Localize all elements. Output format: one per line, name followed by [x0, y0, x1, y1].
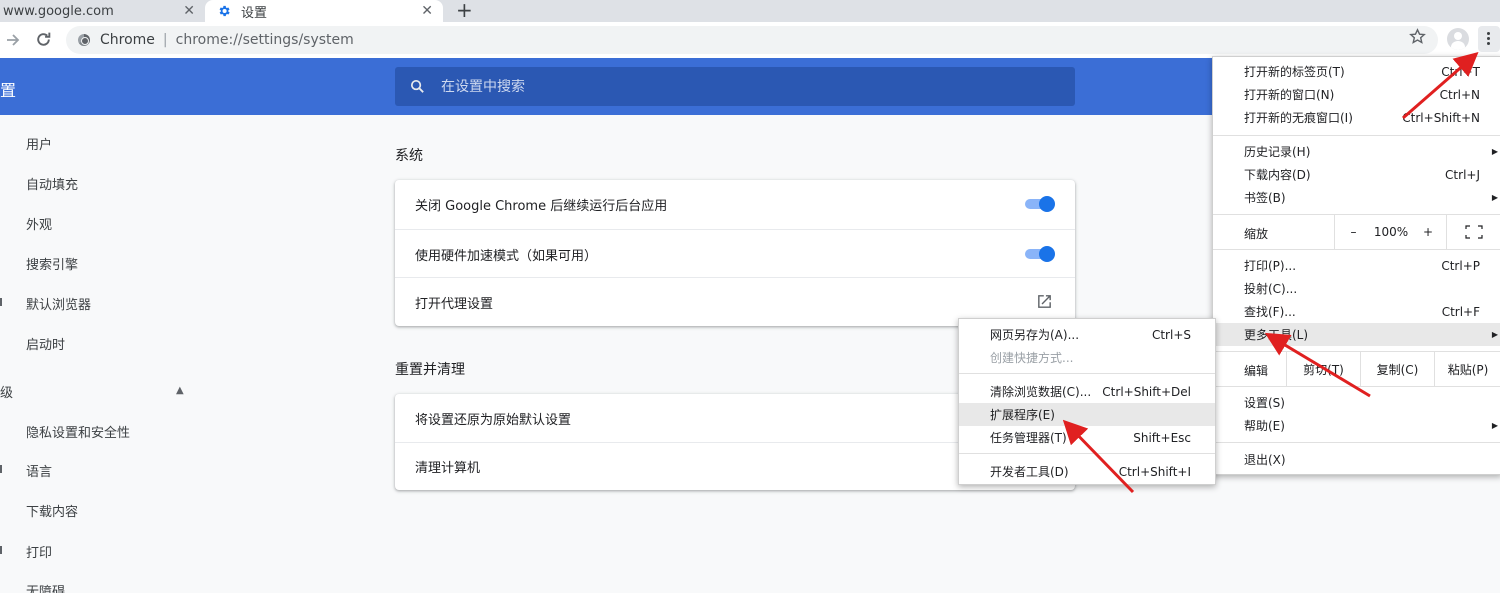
search-input[interactable]: [441, 78, 1041, 95]
menu-separator: [1213, 249, 1500, 250]
sidebar-item-default-browser[interactable]: 默认浏览器: [26, 294, 91, 313]
page-title: 置: [0, 81, 17, 100]
new-tab-button[interactable]: +: [456, 0, 473, 22]
menu-separator: [1213, 386, 1500, 387]
menu-item-cast[interactable]: 投射(C)...: [1213, 277, 1500, 300]
tab-title: www.google.com: [3, 3, 114, 19]
setting-label: 打开代理设置: [415, 296, 494, 312]
search-icon: [410, 79, 424, 93]
forward-icon[interactable]: [5, 32, 21, 48]
zoom-label: 缩放: [1244, 227, 1269, 241]
section-title-reset: 重置并清理: [395, 362, 465, 378]
edit-label: 编辑: [1244, 364, 1269, 378]
setting-label: 清理计算机: [415, 461, 481, 476]
menu-item-find[interactable]: 查找(F)... Ctrl+F: [1213, 300, 1500, 323]
setting-row-hardware-acceleration[interactable]: 使用硬件加速模式（如果可用）: [395, 229, 1075, 278]
menu-item-settings[interactable]: 设置(S): [1213, 391, 1500, 414]
site-label: Chrome: [100, 32, 155, 48]
section-title-system: 系统: [395, 148, 423, 164]
sidebar-item-autofill[interactable]: 自动填充: [26, 174, 78, 193]
menu-item-clear-browsing-data[interactable]: 清除浏览数据(C)... Ctrl+Shift+Del: [959, 380, 1215, 403]
reload-icon[interactable]: [35, 31, 52, 48]
sidebar-item-appearance[interactable]: 外观: [26, 214, 52, 233]
menu-item-new-window[interactable]: 打开新的窗口(N) Ctrl+N: [1213, 83, 1500, 106]
menu-item-help[interactable]: 帮助(E) ▶: [1213, 414, 1500, 437]
sidebar-item-privacy[interactable]: 隐私设置和安全性: [26, 422, 130, 441]
external-link-icon[interactable]: [1036, 293, 1053, 310]
sidebar-item-printing[interactable]: 打印: [26, 542, 52, 561]
more-menu-icon[interactable]: [1478, 26, 1500, 52]
fullscreen-button[interactable]: [1446, 215, 1500, 249]
tab-title: 设置: [241, 5, 268, 21]
zoom-in-button[interactable]: +: [1410, 215, 1446, 249]
copy-button[interactable]: 复制(C): [1360, 352, 1434, 386]
submenu-arrow-icon: ▶: [1491, 421, 1498, 430]
sidebar-item-on-startup[interactable]: 启动时: [26, 334, 65, 353]
more-tools-submenu: 网页另存为(A)... Ctrl+S 创建快捷方式... 清除浏览数据(C)..…: [958, 318, 1216, 485]
profile-avatar-icon[interactable]: [1447, 28, 1469, 50]
close-icon[interactable]: ✕: [183, 0, 195, 22]
menu-item-new-incognito[interactable]: 打开新的无痕窗口(I) Ctrl+Shift+N: [1213, 106, 1500, 129]
background-apps-toggle[interactable]: [1025, 196, 1055, 212]
menu-item-new-tab[interactable]: 打开新的标签页(T) Ctrl+T: [1213, 60, 1500, 83]
setting-row-background-apps[interactable]: 关闭 Google Chrome 后继续运行后台应用: [395, 180, 1075, 229]
tab-settings[interactable]: 设置 ✕: [205, 0, 443, 22]
menu-item-exit[interactable]: 退出(X): [1213, 448, 1500, 471]
menu-separator: [959, 453, 1215, 454]
sidebar-item-people[interactable]: 用户: [26, 134, 52, 153]
system-card: 关闭 Google Chrome 后继续运行后台应用 使用硬件加速模式（如果可用…: [395, 180, 1075, 326]
bookmark-star-icon[interactable]: [1409, 28, 1426, 45]
setting-label: 使用硬件加速模式（如果可用）: [415, 248, 598, 264]
menu-item-save-page[interactable]: 网页另存为(A)... Ctrl+S: [959, 323, 1215, 346]
menu-item-extensions[interactable]: 扩展程序(E): [959, 403, 1215, 426]
zoom-out-button[interactable]: –: [1334, 215, 1372, 249]
submenu-arrow-icon: ▶: [1491, 147, 1498, 156]
toolbar: Chrome | chrome://settings/system: [0, 22, 1500, 58]
chrome-icon: [78, 34, 90, 46]
fullscreen-icon: [1465, 225, 1483, 239]
close-icon[interactable]: ✕: [421, 0, 433, 22]
sidebar-item-search-engine[interactable]: 搜索引擎: [26, 254, 78, 273]
address-bar[interactable]: Chrome | chrome://settings/system: [66, 26, 1438, 54]
setting-label: 将设置还原为原始默认设置: [415, 413, 572, 428]
menu-item-bookmarks[interactable]: 书签(B) ▶: [1213, 186, 1500, 209]
paste-button[interactable]: 粘贴(P): [1434, 352, 1500, 386]
menu-item-history[interactable]: 历史记录(H) ▶: [1213, 140, 1500, 163]
menu-item-developer-tools[interactable]: 开发者工具(D) Ctrl+Shift+I: [959, 460, 1215, 483]
sidebar-icon: [0, 298, 2, 306]
submenu-arrow-icon: ▶: [1491, 330, 1498, 339]
menu-item-task-manager[interactable]: 任务管理器(T) Shift+Esc: [959, 426, 1215, 449]
url-text[interactable]: chrome://settings/system: [176, 32, 354, 48]
menu-item-create-shortcut: 创建快捷方式...: [990, 351, 1074, 365]
sidebar-item-accessibility[interactable]: 无障碍: [26, 581, 65, 593]
sidebar-item-downloads[interactable]: 下载内容: [26, 501, 78, 520]
sidebar-advanced[interactable]: 级: [0, 382, 13, 401]
menu-edit-row: 编辑 剪切(T) 复制(C) 粘贴(P): [1213, 352, 1500, 386]
menu-separator: [1213, 442, 1500, 443]
menu-separator: [1213, 135, 1500, 136]
menu-item-downloads[interactable]: 下载内容(D) Ctrl+J: [1213, 163, 1500, 186]
sidebar-item-languages[interactable]: 语言: [26, 461, 52, 480]
tab-google[interactable]: www.google.com ✕: [0, 0, 205, 22]
tab-strip: www.google.com ✕ 设置 ✕ +: [0, 0, 1500, 22]
submenu-arrow-icon: ▶: [1491, 193, 1498, 202]
sidebar: 用户 自动填充 外观 搜索引擎 默认浏览器 启动时 级 ▲ 隐私设置和安全性 语…: [0, 115, 230, 593]
settings-search[interactable]: [395, 67, 1075, 106]
setting-label: 关闭 Google Chrome 后继续运行后台应用: [415, 199, 668, 214]
caret-up-icon[interactable]: ▲: [176, 385, 184, 396]
gear-icon: [219, 5, 230, 17]
hardware-acceleration-toggle[interactable]: [1025, 246, 1055, 262]
chrome-main-menu: 打开新的标签页(T) Ctrl+T 打开新的窗口(N) Ctrl+N 打开新的无…: [1212, 56, 1500, 475]
url-separator: |: [162, 32, 168, 48]
sidebar-icon: [0, 465, 2, 473]
sidebar-icon: [0, 546, 2, 554]
zoom-level: 100%: [1373, 225, 1409, 239]
menu-zoom-row: 缩放 – 100% +: [1213, 215, 1500, 249]
cut-button[interactable]: 剪切(T): [1286, 352, 1360, 386]
menu-item-more-tools[interactable]: 更多工具(L) ▶: [1213, 323, 1500, 346]
menu-separator: [959, 373, 1215, 374]
menu-item-print[interactable]: 打印(P)... Ctrl+P: [1213, 254, 1500, 277]
